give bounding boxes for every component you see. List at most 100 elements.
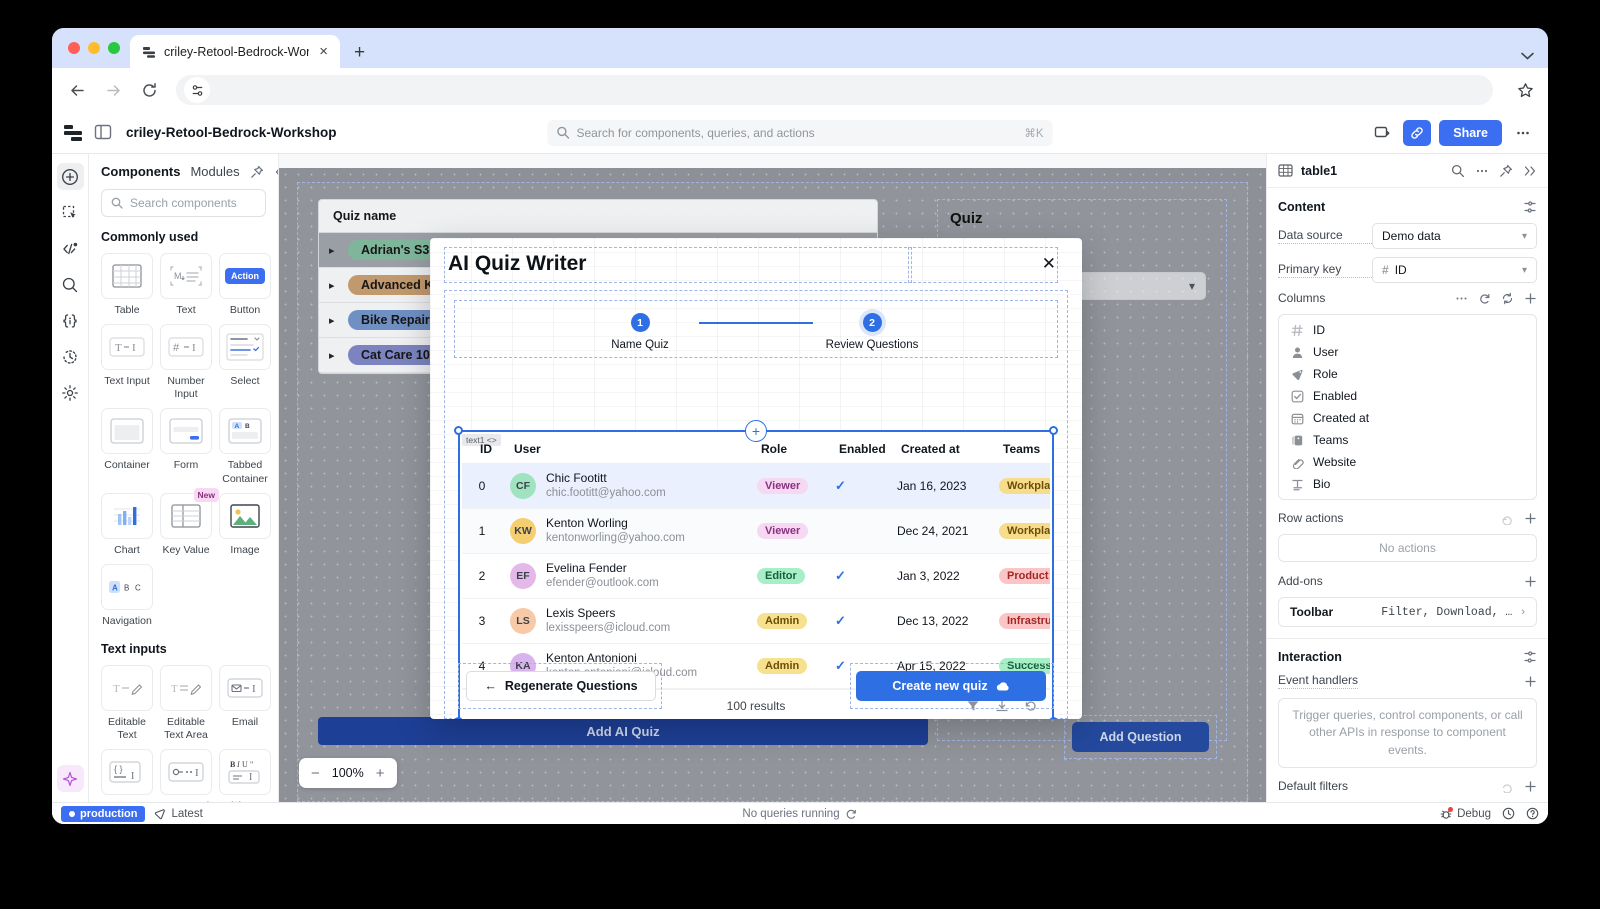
debug-button[interactable]: Debug bbox=[1440, 806, 1491, 820]
component-editable-text-area[interactable]: T Editable Text Area bbox=[160, 664, 212, 742]
minimize-window-button[interactable] bbox=[88, 42, 100, 54]
component-navigation[interactable]: ABC Navigation bbox=[101, 563, 153, 628]
copy-link-button[interactable] bbox=[1403, 119, 1432, 146]
expand-caret-icon[interactable]: ▸ bbox=[329, 349, 339, 362]
inspector-expand-icon[interactable] bbox=[1523, 165, 1537, 177]
reload-button[interactable] bbox=[138, 79, 160, 101]
component-form[interactable]: Form bbox=[160, 408, 212, 485]
row-actions-empty[interactable]: No actions bbox=[1278, 534, 1537, 562]
preview-icon[interactable] bbox=[1369, 120, 1395, 146]
component-container[interactable]: Container bbox=[101, 408, 153, 485]
state-inspector-icon[interactable] bbox=[57, 307, 84, 334]
component-select[interactable]: Select bbox=[219, 324, 271, 401]
column-item-id[interactable]: ID bbox=[1279, 319, 1536, 341]
component-image[interactable]: Image bbox=[219, 492, 271, 557]
table-row[interactable]: 3 LS Lexis Speers lexisspeers@icloud.com… bbox=[462, 599, 1050, 644]
new-tab-button[interactable]: + bbox=[354, 43, 365, 62]
canvas-zoom-control[interactable]: − 100% + bbox=[299, 758, 397, 788]
column-header-role[interactable]: Role bbox=[761, 442, 833, 456]
interaction-settings-icon[interactable] bbox=[1523, 650, 1537, 664]
version-selector[interactable]: Latest bbox=[154, 808, 203, 820]
step-name-quiz[interactable]: 1 Name Quiz bbox=[581, 313, 699, 351]
column-header-created-at[interactable]: Created at bbox=[901, 442, 1003, 456]
resize-handle-bottom-right[interactable] bbox=[1049, 717, 1058, 719]
status-help-icon[interactable] bbox=[1526, 807, 1539, 820]
component-editable-text[interactable]: T Editable Text bbox=[101, 664, 153, 742]
expand-caret-icon[interactable]: ▸ bbox=[329, 244, 339, 257]
create-new-quiz-button[interactable]: Create new quiz bbox=[856, 671, 1046, 701]
default-filters-reset-icon[interactable] bbox=[1501, 780, 1514, 793]
component-tree-icon[interactable] bbox=[57, 199, 84, 226]
more-options-icon[interactable] bbox=[1510, 120, 1536, 146]
back-button[interactable] bbox=[66, 79, 88, 101]
component-tabbed-container[interactable]: AB Tabbed Container bbox=[219, 408, 271, 485]
chevron-right-icon[interactable]: › bbox=[1521, 606, 1525, 618]
primary-key-select[interactable]: # ID ▾ bbox=[1372, 257, 1537, 283]
share-button[interactable]: Share bbox=[1439, 119, 1502, 146]
regenerate-questions-button[interactable]: ← Regenerate Questions bbox=[466, 671, 656, 701]
add-question-button[interactable]: Add Question bbox=[1072, 722, 1209, 752]
code-icon[interactable] bbox=[57, 235, 84, 262]
content-settings-icon[interactable] bbox=[1523, 200, 1537, 214]
columns-add-icon[interactable] bbox=[1524, 292, 1537, 305]
inspector-more-icon[interactable] bbox=[1475, 164, 1489, 178]
columns-more-icon[interactable] bbox=[1455, 292, 1468, 305]
component-number-input[interactable]: # I Number Input bbox=[160, 324, 212, 401]
column-header-id[interactable]: ID bbox=[466, 442, 506, 456]
columns-reset-icon[interactable] bbox=[1478, 292, 1491, 305]
close-window-button[interactable] bbox=[68, 42, 80, 54]
toggle-left-panel-icon[interactable] bbox=[94, 123, 114, 143]
expand-caret-icon[interactable]: ▸ bbox=[329, 314, 339, 327]
add-ai-quiz-button[interactable]: Add AI Quiz bbox=[318, 717, 928, 745]
component-table[interactable]: Table bbox=[101, 253, 153, 317]
environment-chip[interactable]: production bbox=[61, 805, 146, 822]
search-components-input[interactable]: Search components bbox=[101, 189, 266, 217]
column-item-teams[interactable]: Teams bbox=[1279, 429, 1536, 451]
site-settings-icon[interactable] bbox=[184, 77, 210, 103]
event-handlers-empty[interactable]: Trigger queries, control components, or … bbox=[1278, 698, 1537, 769]
history-icon[interactable] bbox=[57, 343, 84, 370]
inspector-search-icon[interactable] bbox=[1451, 164, 1465, 178]
step-review-questions[interactable]: 2 Review Questions bbox=[813, 313, 931, 351]
columns-refresh-icon[interactable] bbox=[1501, 292, 1514, 305]
inspector-pin-icon[interactable] bbox=[1499, 164, 1513, 178]
pin-panel-icon[interactable] bbox=[250, 165, 264, 179]
close-icon[interactable]: ✕ bbox=[1042, 254, 1056, 274]
tab-components[interactable]: Components bbox=[101, 164, 180, 179]
zoom-out-button[interactable]: − bbox=[311, 765, 320, 782]
component-json-input[interactable]: { }I JSON bbox=[101, 749, 153, 802]
search-icon[interactable] bbox=[57, 271, 84, 298]
row-actions-reset-icon[interactable] bbox=[1501, 512, 1514, 525]
addons-add-icon[interactable] bbox=[1524, 575, 1537, 588]
retool-logo-icon[interactable] bbox=[64, 124, 84, 142]
data-source-select[interactable]: Demo data ▾ bbox=[1372, 223, 1537, 249]
addon-toolbar-row[interactable]: Toolbar Filter, Download, … › bbox=[1278, 597, 1537, 627]
settings-gear-icon[interactable] bbox=[57, 379, 84, 406]
column-item-bio[interactable]: Bio bbox=[1279, 473, 1536, 495]
column-header-user[interactable]: User bbox=[506, 442, 761, 456]
event-handlers-add-icon[interactable] bbox=[1524, 675, 1537, 688]
bookmark-star-icon[interactable] bbox=[1517, 82, 1534, 99]
component-text-input[interactable]: TI Text Input bbox=[101, 324, 153, 401]
forward-button[interactable] bbox=[102, 79, 124, 101]
column-header-teams[interactable]: Teams bbox=[1003, 442, 1050, 456]
column-item-user[interactable]: User bbox=[1279, 341, 1536, 363]
resize-handle-top-right[interactable] bbox=[1049, 426, 1058, 435]
tab-list-chevron-icon[interactable] bbox=[1521, 52, 1534, 60]
status-history-icon[interactable] bbox=[1502, 807, 1515, 820]
table-row[interactable]: 2 EF Evelina Fender efender@outlook.com … bbox=[462, 554, 1050, 599]
column-header-enabled[interactable]: Enabled bbox=[833, 442, 901, 456]
expand-caret-icon[interactable]: ▸ bbox=[329, 279, 339, 292]
column-item-role[interactable]: Role bbox=[1279, 363, 1536, 385]
component-rich-text[interactable]: BIU"I Rich Text bbox=[219, 749, 271, 802]
component-email[interactable]: I Email bbox=[219, 664, 271, 742]
window-traffic-lights[interactable] bbox=[64, 28, 130, 68]
ai-assistant-icon[interactable] bbox=[56, 765, 84, 792]
maximize-window-button[interactable] bbox=[108, 42, 120, 54]
column-item-created-at[interactable]: Created at bbox=[1279, 407, 1536, 429]
address-bar[interactable] bbox=[176, 75, 1493, 105]
tab-modules[interactable]: Modules bbox=[190, 164, 239, 179]
row-actions-add-icon[interactable] bbox=[1524, 512, 1537, 525]
default-filters-add-icon[interactable] bbox=[1524, 780, 1537, 793]
global-search-input[interactable]: Search for components, queries, and acti… bbox=[547, 119, 1053, 146]
